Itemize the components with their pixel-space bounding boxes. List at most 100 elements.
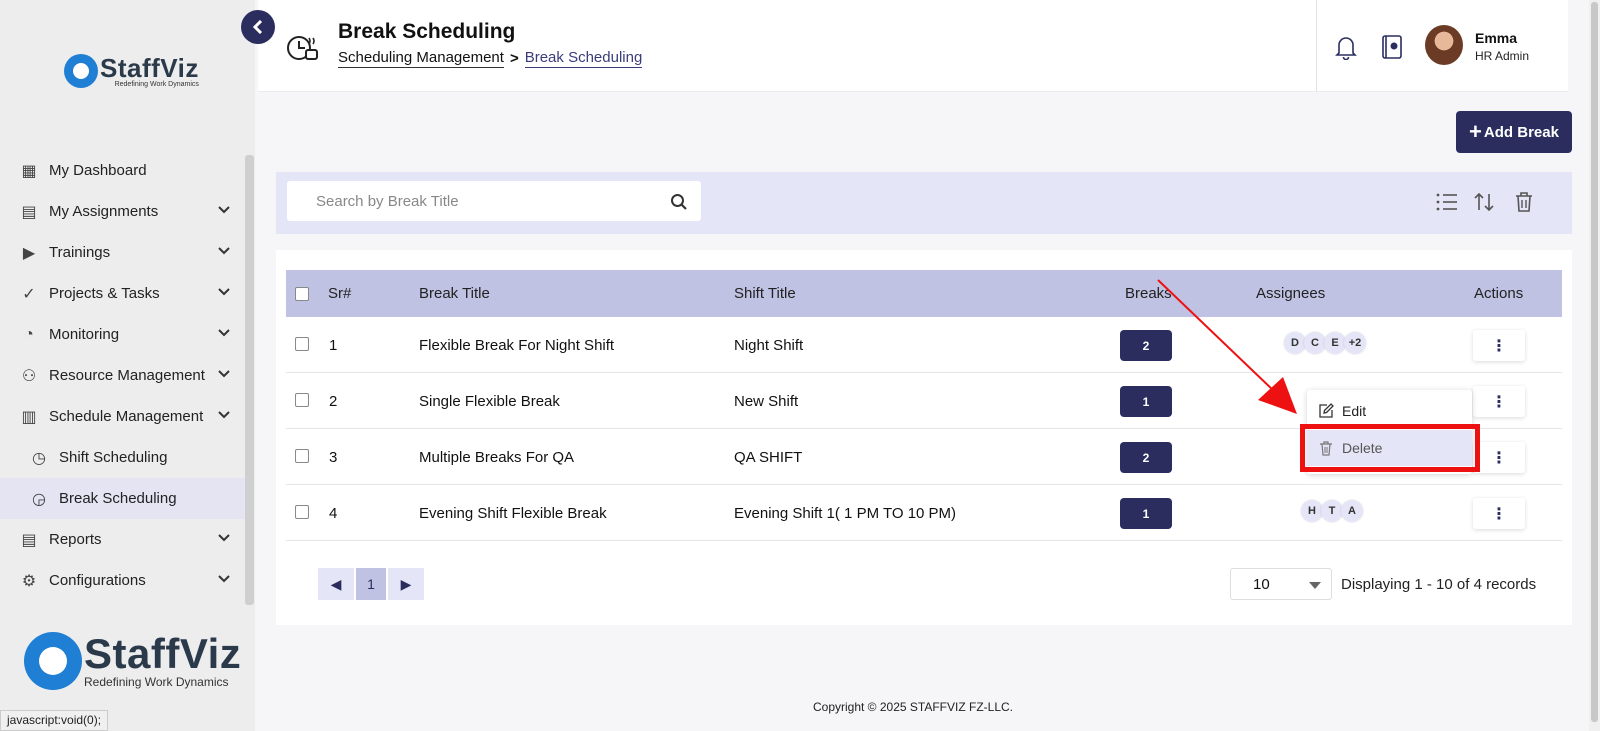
logo-mark-icon xyxy=(64,54,98,88)
row-shift-title: Evening Shift 1( 1 PM TO 10 PM) xyxy=(734,505,957,522)
kebab-icon: ⋮ xyxy=(1491,449,1507,467)
breaks-count-badge[interactable]: 1 xyxy=(1120,498,1172,529)
sidebar-item-download-client[interactable]: ↓Download client xyxy=(0,601,245,605)
sidebar-item-reports[interactable]: ▤ Reports xyxy=(0,519,245,560)
caret-down-icon xyxy=(1309,582,1321,589)
sidebar-item-label: Resource Management xyxy=(49,367,205,384)
select-all-checkbox[interactable] xyxy=(295,287,309,301)
assignee-avatar[interactable]: T xyxy=(1321,500,1343,522)
header-shift-title[interactable]: Shift Title xyxy=(734,285,796,302)
avatar[interactable] xyxy=(1425,25,1463,65)
row-checkbox[interactable] xyxy=(295,449,309,463)
header-break-title[interactable]: Break Title xyxy=(419,285,490,302)
row-checkbox[interactable] xyxy=(295,393,309,407)
header-sr: Sr# xyxy=(328,285,352,302)
shift-icon: ◷ xyxy=(32,449,46,467)
resource-icon: ⚇ xyxy=(21,367,37,385)
assignee-chips[interactable]: HTA xyxy=(1301,500,1363,522)
monitoring-icon: ◔ xyxy=(24,325,34,343)
row-checkbox[interactable] xyxy=(295,337,309,351)
search-input[interactable] xyxy=(287,181,657,221)
row-checkbox[interactable] xyxy=(295,505,309,519)
delete-label: Delete xyxy=(1342,440,1383,456)
row-actions-button[interactable]: ⋮ xyxy=(1473,330,1525,361)
next-page-button[interactable]: ▶ xyxy=(388,568,424,600)
breadcrumb-parent-link[interactable]: Scheduling Management xyxy=(338,49,504,68)
assignee-chips[interactable]: D C E +2 xyxy=(1284,332,1366,354)
dashboard-icon: ▦ xyxy=(21,162,37,180)
edit-menu-item[interactable]: Edit xyxy=(1307,393,1472,429)
list-view-icon[interactable] xyxy=(1435,190,1459,214)
chevron-down-icon xyxy=(218,534,230,542)
row-actions-button[interactable]: ⋮ xyxy=(1473,442,1525,473)
sidebar-item-label: Reports xyxy=(49,531,102,548)
search-box xyxy=(287,181,701,221)
sidebar-item-my-assignments[interactable]: ▤ My Assignments xyxy=(0,191,245,232)
breaks-count-badge[interactable]: 2 xyxy=(1120,442,1172,473)
handbook-icon[interactable] xyxy=(1380,34,1404,60)
chevron-down-icon xyxy=(218,575,230,583)
row-actions-button[interactable]: ⋮ xyxy=(1473,386,1525,417)
chevron-down-icon xyxy=(218,247,230,255)
sidebar-item-label: Break Scheduling xyxy=(59,490,177,507)
break-icon: ◶ xyxy=(32,490,46,508)
page-scrollbar[interactable] xyxy=(1589,0,1600,731)
sidebar: StaffViz Redefining Work Dynamics ▦ My Da… xyxy=(0,0,255,731)
sidebar-item-break-scheduling[interactable]: ◶ Break Scheduling xyxy=(0,478,245,519)
breadcrumb: Scheduling Management > Break Scheduling xyxy=(338,49,643,68)
config-icon: ⚙ xyxy=(21,572,37,590)
status-bar: javascript:void(0); xyxy=(0,710,109,731)
sidebar-item-monitoring[interactable]: ◔ Monitoring xyxy=(0,314,245,355)
header: Break Scheduling Scheduling Management >… xyxy=(258,0,1568,92)
sidebar-item-configurations[interactable]: ⚙ Configurations xyxy=(0,560,245,601)
trash-icon[interactable] xyxy=(1512,190,1536,214)
sidebar-item-resource-management[interactable]: ⚇ Resource Management xyxy=(0,355,245,396)
breadcrumb-current-link[interactable]: Break Scheduling xyxy=(524,49,643,68)
assignee-avatar[interactable]: H xyxy=(1301,500,1323,522)
row-actions-menu: Edit Delete xyxy=(1307,390,1472,474)
search-icon[interactable] xyxy=(670,193,688,211)
sidebar-item-schedule-management[interactable]: ▥ Schedule Management xyxy=(0,396,245,437)
logo: StaffViz Redefining Work Dynamics xyxy=(64,54,199,88)
assignee-avatar[interactable]: E xyxy=(1324,332,1346,354)
breaks-count-badge[interactable]: 2 xyxy=(1120,330,1172,361)
sidebar-item-label: My Assignments xyxy=(49,203,159,220)
sidebar-item-shift-scheduling[interactable]: ◷ Shift Scheduling xyxy=(0,437,245,478)
records-count: Displaying 1 - 10 of 4 records xyxy=(1341,576,1537,593)
chevron-down-icon xyxy=(218,411,230,419)
page-size-select[interactable]: 10 xyxy=(1230,568,1332,600)
page-1-button[interactable]: 1 xyxy=(356,568,386,600)
sort-icon[interactable] xyxy=(1472,190,1496,214)
sidebar-item-trainings[interactable]: ▶ Trainings xyxy=(0,232,245,273)
kebab-icon: ⋮ xyxy=(1491,337,1507,355)
assignee-avatar[interactable]: +2 xyxy=(1344,332,1366,354)
row-break-title: Multiple Breaks For QA xyxy=(419,449,575,466)
logo-name: StaffViz xyxy=(100,52,199,83)
header-breaks: Breaks xyxy=(1125,285,1172,302)
sidebar-item-projects-tasks[interactable]: ✓ Projects & Tasks xyxy=(0,273,245,314)
breaks-count-badge[interactable]: 1 xyxy=(1120,386,1172,417)
sidebar-item-my-dashboard[interactable]: ▦ My Dashboard xyxy=(0,150,245,191)
collapse-sidebar-button[interactable] xyxy=(241,10,275,44)
assignee-avatar[interactable]: D xyxy=(1284,332,1306,354)
assignee-avatar[interactable]: C xyxy=(1304,332,1326,354)
row-sr: 2 xyxy=(329,393,338,410)
chevron-left-icon xyxy=(252,20,263,34)
kebab-icon: ⋮ xyxy=(1491,505,1507,523)
bell-icon[interactable] xyxy=(1334,34,1358,60)
delete-icon xyxy=(1320,441,1332,456)
delete-menu-item[interactable]: Delete xyxy=(1307,430,1472,466)
assignee-avatar[interactable]: A xyxy=(1341,500,1363,522)
sidebar-scrollbar[interactable] xyxy=(245,155,254,605)
row-break-title: Single Flexible Break xyxy=(419,393,560,410)
user-name: Emma xyxy=(1475,30,1518,46)
row-shift-title: New Shift xyxy=(734,393,799,410)
prev-page-button[interactable]: ◀ xyxy=(318,568,354,600)
add-break-button[interactable]: + Add Break xyxy=(1456,111,1572,153)
row-actions-button[interactable]: ⋮ xyxy=(1473,498,1525,529)
kebab-icon: ⋮ xyxy=(1491,393,1507,411)
header-actions: Actions xyxy=(1474,285,1524,302)
schedule-icon: ▥ xyxy=(21,408,37,426)
sidebar-item-label: Projects & Tasks xyxy=(49,285,160,302)
plus-icon: + xyxy=(1469,119,1482,144)
